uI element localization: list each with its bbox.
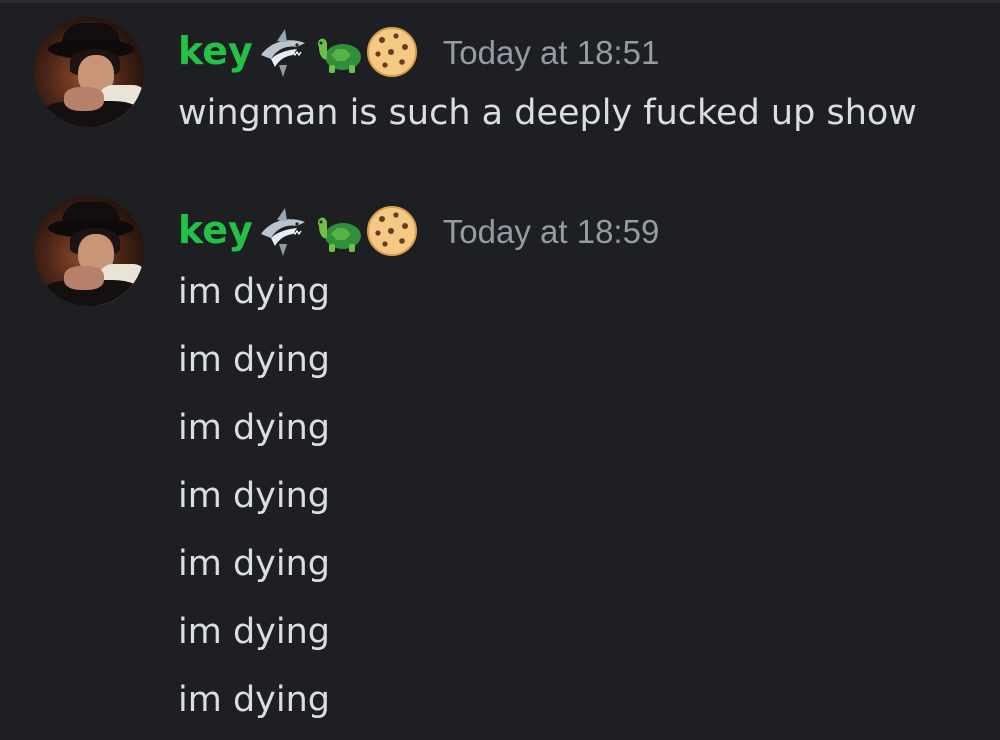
turtle-emoji-icon	[317, 217, 361, 252]
cookie-emoji-icon	[366, 206, 417, 256]
message-timestamp[interactable]: Today at 18:51	[443, 36, 660, 69]
user-avatar[interactable]	[34, 17, 144, 127]
message-text: wingman is such a deeply fucked up show	[178, 93, 917, 133]
shark-emoji-icon	[260, 29, 305, 77]
message-text: im dying	[178, 272, 330, 312]
username-emoji-badges	[257, 25, 419, 79]
message-header: key	[178, 22, 659, 82]
username[interactable]: key	[178, 211, 253, 249]
message-text: im dying	[178, 408, 330, 448]
cookie-emoji-icon	[366, 27, 417, 77]
message-text: im dying	[178, 680, 330, 720]
shark-emoji-icon	[260, 208, 305, 256]
message-header: key	[178, 201, 659, 261]
turtle-emoji-icon	[317, 38, 361, 73]
message-text: im dying	[178, 340, 330, 380]
message-timestamp[interactable]: Today at 18:59	[443, 215, 660, 248]
window-top-edge	[0, 0, 1000, 3]
username-emoji-badges	[257, 204, 419, 258]
message-text: im dying	[178, 544, 330, 584]
message-text: im dying	[178, 476, 330, 516]
username[interactable]: key	[178, 32, 253, 70]
message-text: im dying	[178, 612, 330, 652]
user-avatar[interactable]	[34, 196, 144, 306]
